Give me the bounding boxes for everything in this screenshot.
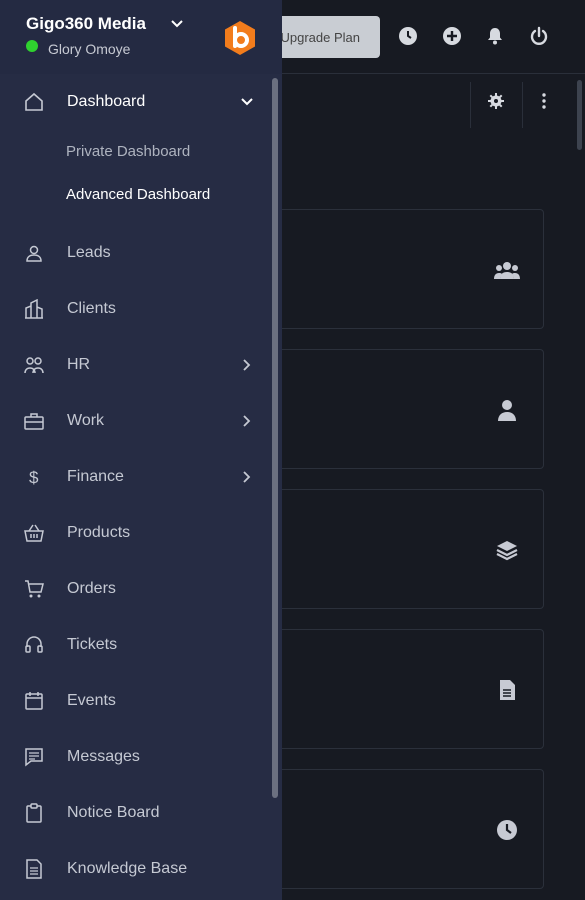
- sidebar-scrollbar[interactable]: [272, 78, 278, 798]
- gear-icon[interactable]: [487, 92, 505, 110]
- sidebar-item-notice-board[interactable]: Notice Board: [0, 793, 272, 833]
- sidebar-item-knowledge-base[interactable]: Knowledge Base: [0, 849, 272, 889]
- sidebar-item-leads[interactable]: Leads: [0, 233, 272, 273]
- stat-card: [260, 489, 544, 609]
- chevron-right-icon: [240, 414, 254, 428]
- clock-icon: [493, 816, 521, 844]
- scrollbar[interactable]: [577, 80, 582, 150]
- stat-card: [260, 629, 544, 749]
- divider: [522, 82, 523, 128]
- sidebar-item-label: Clients: [67, 300, 116, 317]
- sidebar-item-finance[interactable]: $ Finance: [0, 457, 272, 497]
- sidebar-item-label: Tickets: [67, 636, 118, 653]
- bell-icon[interactable]: [484, 25, 506, 47]
- sidebar-subitem-advanced-dashboard[interactable]: Advanced Dashboard: [66, 186, 210, 203]
- sidebar-item-tickets[interactable]: Tickets: [0, 625, 272, 665]
- sidebar-item-label: Knowledge Base: [67, 860, 188, 877]
- sidebar-item-hr[interactable]: HR: [0, 345, 272, 385]
- svg-text:$: $: [29, 468, 39, 487]
- users-icon: [493, 256, 521, 284]
- sidebar-item-products[interactable]: Products: [0, 513, 272, 553]
- clipboard-icon: [23, 802, 45, 824]
- users-icon: [23, 354, 45, 376]
- sidebar-item-events[interactable]: Events: [0, 681, 272, 721]
- clock-icon[interactable]: [397, 25, 419, 47]
- sidebar-item-label: Leads: [67, 244, 111, 261]
- building-icon: [23, 298, 45, 320]
- sidebar-header: Gigo360 Media Glory Omoye: [0, 0, 282, 74]
- message-icon: [23, 746, 45, 768]
- chevron-right-icon: [240, 358, 254, 372]
- sidebar-item-clients[interactable]: Clients: [0, 289, 272, 329]
- sidebar-subitem-private-dashboard[interactable]: Private Dashboard: [66, 143, 190, 160]
- sidebar-item-dashboard[interactable]: Dashboard: [0, 82, 272, 122]
- sidebar-item-orders[interactable]: Orders: [0, 569, 272, 609]
- dollar-icon: $: [23, 466, 45, 488]
- headset-icon: [23, 634, 45, 656]
- document-icon: [493, 676, 521, 704]
- sidebar-item-label: Products: [67, 524, 131, 541]
- sidebar-item-label: Events: [67, 692, 116, 709]
- stat-card: [260, 209, 544, 329]
- basket-icon: [23, 522, 45, 544]
- sidebar-item-label: Finance: [67, 468, 124, 485]
- sidebar-item-messages[interactable]: Messages: [0, 737, 272, 777]
- stat-card: [260, 349, 544, 469]
- stat-card: [260, 769, 544, 889]
- plus-circle-icon[interactable]: [441, 25, 463, 47]
- calendar-icon: [23, 690, 45, 712]
- power-icon[interactable]: [528, 25, 550, 47]
- user-name: Glory Omoye: [48, 41, 131, 57]
- sidebar-item-work[interactable]: Work: [0, 401, 272, 441]
- sidebar-item-label: Dashboard: [67, 93, 146, 110]
- sidebar-item-label: Orders: [67, 580, 116, 597]
- company-name[interactable]: Gigo360 Media: [26, 14, 146, 34]
- user-icon: [493, 396, 521, 424]
- book-icon: [23, 858, 45, 880]
- online-status-dot: [26, 40, 38, 52]
- divider: [470, 82, 471, 128]
- sidebar-item-label: HR: [67, 356, 91, 373]
- sidebar: Gigo360 Media Glory Omoye Dashboard Priv…: [0, 0, 282, 900]
- briefcase-icon: [23, 410, 45, 432]
- home-icon: [23, 91, 45, 113]
- sidebar-item-label: Notice Board: [67, 804, 160, 821]
- cart-icon: [23, 578, 45, 600]
- sidebar-item-label: Work: [67, 412, 105, 429]
- more-vertical-icon[interactable]: [535, 92, 553, 110]
- logo-icon: [222, 20, 258, 56]
- upgrade-plan-button[interactable]: Upgrade Plan: [268, 16, 380, 58]
- layers-icon: [493, 536, 521, 564]
- chevron-down-icon[interactable]: [170, 17, 184, 36]
- chevron-down-icon: [240, 95, 254, 109]
- chevron-right-icon: [240, 470, 254, 484]
- user-icon: [23, 242, 45, 264]
- sidebar-item-label: Messages: [67, 748, 140, 765]
